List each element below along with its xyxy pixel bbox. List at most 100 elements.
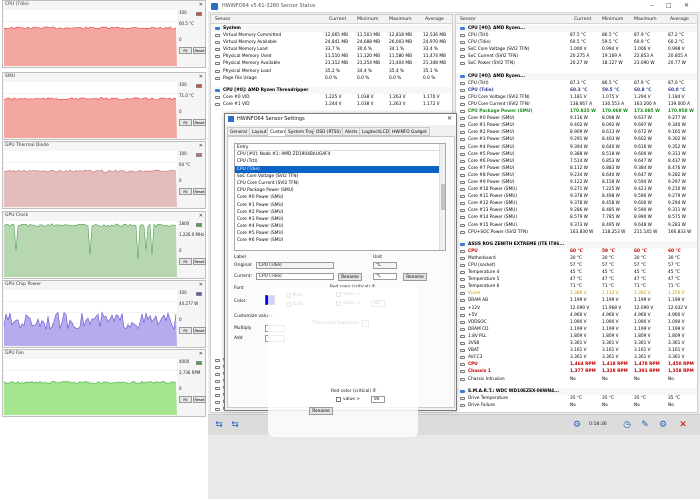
graph-color-swatch[interactable] — [196, 84, 202, 88]
sensor-row[interactable]: Vcore 1.386 V 1.112 V 1.392 V 1.256 V — [456, 290, 697, 297]
entry-item[interactable]: CPU (Tdie) — [235, 165, 445, 173]
rename-label-button[interactable]: Rename — [338, 273, 362, 281]
reset-button[interactable]: Reset — [193, 188, 206, 195]
close-icon[interactable]: ✕ — [199, 213, 203, 219]
sensor-row[interactable]: SoC Power (SVI2 TFN) 20.27 W 18.127 W 23.09… — [456, 60, 697, 67]
rename-button[interactable]: Rename — [309, 407, 333, 415]
graph-color-swatch[interactable] — [196, 223, 202, 227]
sensor-group-header[interactable]: CPU [#0]: AMD Ryzen... — [456, 72, 697, 80]
col-sensor[interactable]: Sensor — [215, 17, 231, 22]
entry-item[interactable]: CPU Core Current (SVI2 TFN) — [235, 180, 445, 187]
maximize-icon[interactable]: □ — [666, 2, 672, 9]
tab-hwinfo-gadget[interactable]: HWiNFO Gadget — [389, 127, 430, 136]
sensor-row[interactable]: CPU (Tctl) 87.5 °C 86.5 °C 87.9 °C 87.2 °C — [456, 32, 697, 39]
sensor-row[interactable]: Core #6 Power (SMU) 7.514 W 6.853 W 9.647 W… — [456, 158, 697, 165]
sensor-row[interactable]: Drive Temperature 35 °C 35 °C 35 °C 35 °C — [456, 395, 697, 402]
close-icon[interactable]: ✕ — [447, 115, 452, 122]
entry-item[interactable]: Core #5 Power (SMU) — [235, 230, 445, 237]
close-sensors-icon[interactable]: ✕ — [676, 419, 690, 431]
report-icon[interactable]: ✎ — [638, 419, 652, 431]
settings-icon[interactable]: ⚙ — [656, 419, 670, 431]
sensor-group-header[interactable]: System — [211, 25, 452, 33]
col-average[interactable]: Average — [670, 17, 689, 22]
fit-button[interactable]: Fit — [179, 327, 192, 334]
col-sensor[interactable]: Sensor — [460, 17, 476, 22]
col-maximum[interactable]: Maximum — [389, 17, 412, 22]
clock-icon[interactable]: ◷ — [620, 419, 634, 431]
sensor-row[interactable]: Core #7 Power (SMU) 8.112 W 6.883 W 9.384 W… — [456, 165, 697, 172]
sensor-row[interactable]: Chassis 1 1,377 RPM 1,328 RPM 1,391 RPM 1,35… — [456, 368, 697, 375]
sensor-row[interactable]: Temperature 4 45 °C 45 °C 45 °C 45 °C — [456, 269, 697, 276]
sensor-row[interactable]: Core #12 Power (SMU) 9.378 W 8.458 W 9.600 … — [456, 200, 697, 207]
fit-button[interactable]: Fit — [179, 188, 192, 195]
sensor-row[interactable]: CPU+SOC Power (SVI2 TFN) 163.830 W 118.253… — [456, 229, 697, 236]
sensor-row[interactable]: Page File Usage 0.0 % 0.0 % 0.0 % 0.0 % — [211, 75, 452, 82]
sensor-group-header[interactable]: ASUS ROG ZENITH EXTREME (ITE IT86... — [456, 240, 697, 248]
sensor-row[interactable]: +5V 4.960 V 4.960 V 4.960 V 4.960 V — [456, 312, 697, 319]
fit-button[interactable]: Fit — [179, 396, 192, 403]
graph-color-swatch[interactable] — [196, 153, 202, 157]
close-icon[interactable]: ✕ — [684, 2, 689, 9]
tab-general[interactable]: General — [227, 127, 250, 136]
entry-item[interactable]: CPU [#0]: Node #1: AMD ZD1904BAUGAF4 — [235, 151, 445, 158]
sensor-row[interactable]: CPU 1,464 RPM 1,418 RPM 1,478 RPM 1,450 RPM — [456, 361, 697, 368]
sensor-row[interactable]: Core #1 VID 1.244 V 1.038 V 1.263 V 1.172 V — [211, 101, 452, 108]
sensor-row[interactable]: Core #13 Power (SMU) 9.286 W 8.485 W 9.590 … — [456, 207, 697, 214]
entry-item[interactable]: Core #0 Power (SMU) — [235, 194, 445, 201]
sensor-row[interactable]: SoC Current (SVI2 TFN) 20.275 A 19.169 A 22… — [456, 53, 697, 60]
sensor-row[interactable]: Temperature 6 71 °C 71 °C 71 °C 71 °C — [456, 283, 697, 290]
sensor-row[interactable]: Motherboard 30 °C 30 °C 30 °C 30 °C — [456, 255, 697, 262]
value-gt-input[interactable]: 90 — [371, 396, 385, 403]
current-label-input[interactable]: CPU (Tdie) — [256, 273, 334, 280]
sensor-row[interactable]: 1.8V PLL 1.809 V 1.809 V 1.809 V 1.809 V — [456, 333, 697, 340]
window-titlebar[interactable]: HWiNFO64 v5.61-3280 Sensor Status ‒ □ ✕ — [208, 0, 700, 13]
col-average[interactable]: Average — [425, 17, 444, 22]
sensor-row[interactable]: VBAT 3.161 V 3.161 V 3.161 V 3.161 V — [456, 347, 697, 354]
col-current[interactable]: Current — [574, 17, 591, 22]
sensor-row[interactable]: CPU (Tdie) 60.3 °C 59.5 °C 60.8 °C 60.0 °C — [456, 87, 697, 94]
close-icon[interactable]: ✕ — [199, 282, 203, 288]
entry-item[interactable]: Core #1 Power (SMU) — [235, 202, 445, 209]
sensor-row[interactable]: CPU Core Current (SVI2 TFN) 138.667 A 130.… — [456, 101, 697, 108]
graph-color-swatch[interactable] — [196, 361, 202, 365]
nav-right-icon[interactable]: ⇆ — [228, 419, 242, 431]
sensor-row[interactable]: Core #8 Power (SMU) 9.234 W 8.640 W 9.647 W… — [456, 172, 697, 179]
scroll-thumb[interactable] — [441, 184, 445, 210]
sensor-row[interactable]: VDDSOC 1.090 V 1.090 V 1.090 V 1.090 V — [456, 319, 697, 326]
entry-item[interactable]: SoC Core Voltage (SVI2 TFN) — [235, 173, 445, 180]
sensor-row[interactable]: Virtual Memory Load 33.7 % 30.6 % 34.1 % 33.… — [211, 46, 452, 53]
sensor-row[interactable]: Physical Memory Used 11,510 MB 11,120 MB 11… — [211, 53, 452, 60]
col-minimum[interactable]: Minimum — [602, 17, 623, 22]
sensor-row[interactable]: DRAM CD 1.199 V 1.199 V 1.199 V 1.199 V — [456, 326, 697, 333]
sensor-row[interactable]: Virtual Memory Committed 12,665 MB 11,503 … — [211, 32, 452, 39]
sensor-group-header[interactable]: CPU [#0]: AMD Ryzen... — [456, 25, 697, 33]
nav-left-icon[interactable]: ⇆ — [212, 419, 226, 431]
entry-item[interactable]: CPU (Tctl) — [235, 158, 445, 165]
reset-button[interactable]: Reset — [193, 327, 206, 334]
sensor-row[interactable]: CPU Core Voltage (SVI2 TFN) 1.181 V 1.075 … — [456, 94, 697, 101]
network-icon[interactable]: ⚙ — [570, 419, 584, 431]
entry-item[interactable]: CPU Package Power (SMU) — [235, 187, 445, 194]
sensor-row[interactable]: CPU Package Power (SMU) 170.835 W 170.068 … — [456, 108, 697, 115]
sensor-group-header[interactable]: S.M.A.R.T.: WDC WD10EZEX-08WN4... — [456, 387, 697, 395]
sensor-row[interactable]: CPU (Tdie) 60.5 °C 59.5 °C 60.9 °C 60.2 °C — [456, 39, 697, 46]
entry-listbox[interactable]: Entry CPU [#0]: Node #1: AMD ZD1904BAUGA… — [234, 143, 446, 251]
rename-unit-button[interactable]: Rename — [403, 273, 427, 281]
sensor-row[interactable]: Core #14 Power (SMU) 8.579 W 7.785 W 8.990 … — [456, 214, 697, 221]
sensor-row[interactable]: Core #11 Power (SMU) 9.378 W 8.498 W 9.590 … — [456, 193, 697, 200]
sensor-row[interactable]: 3VSB 3.361 V 3.361 V 3.361 V 3.361 V — [456, 340, 697, 347]
close-icon[interactable]: ✕ — [199, 74, 203, 80]
sensor-row[interactable]: Core #1 Power (SMU) 9.402 W 8.092 W 9.697 W… — [456, 122, 697, 129]
sensor-row[interactable]: Core #5 Power (SMU) 9.388 W 8.518 W 9.600 W… — [456, 151, 697, 158]
sensor-row[interactable]: Core #10 Power (SMU) 9.271 W 7.225 W 9.423 … — [456, 186, 697, 193]
sensor-row[interactable]: AVCC3 3.361 V 3.361 V 3.361 V 3.361 V — [456, 354, 697, 361]
sensor-row[interactable]: Core #0 VID 1.225 V 1.038 V 1.263 V 1.170 V — [211, 94, 452, 101]
sensor-row[interactable]: Chassis Intrusion No No No No — [456, 376, 697, 383]
close-icon[interactable]: ✕ — [199, 351, 203, 357]
sensor-row[interactable]: Core #9 Power (SMU) 9.122 W 8.158 W 9.594 W… — [456, 179, 697, 186]
col-minimum[interactable]: Minimum — [357, 17, 378, 22]
sensor-row[interactable]: Core #0 Power (SMU) 9.116 W 8.098 W 9.637 W… — [456, 115, 697, 122]
sensor-group-header[interactable]: CPU [#0]: AMD Ryzen Threadripper — [211, 86, 452, 94]
sensor-row[interactable]: Drive Failure No No No No — [456, 402, 697, 409]
sensor-row[interactable]: Physical Memory Load 35.2 % 34.4 % 35.4 % 35… — [211, 68, 452, 75]
